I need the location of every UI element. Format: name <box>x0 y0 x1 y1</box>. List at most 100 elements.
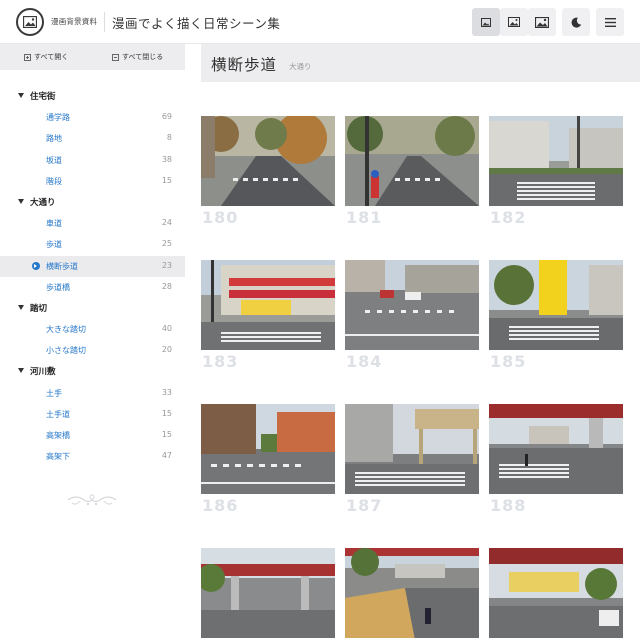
category-label: 住宅街 <box>30 92 56 102</box>
sidebar-item-sidewalk[interactable]: 歩道 25 <box>0 234 185 255</box>
photo-thumbnail[interactable] <box>201 116 335 206</box>
caret-down-icon <box>18 304 24 310</box>
collapse-all-button[interactable]: すべて閉じる <box>112 52 163 62</box>
item-label: 歩道橋 <box>46 282 70 292</box>
dark-mode-button[interactable] <box>562 8 590 36</box>
item-count: 15 <box>161 408 172 418</box>
item-count: 47 <box>161 451 172 461</box>
item-label: 小さな踏切 <box>46 346 86 356</box>
photo-thumbnail[interactable] <box>345 548 479 638</box>
page-title: 横断歩道 <box>211 56 278 74</box>
photo-number: 186 <box>202 496 239 515</box>
item-count: 23 <box>161 260 172 270</box>
item-label: 土手 <box>46 388 62 398</box>
photo-thumbnail[interactable] <box>345 260 479 350</box>
sidebar-item-slope[interactable]: 坂道 38 <box>0 150 185 171</box>
category-riverbank[interactable]: 河川敷 <box>0 361 185 382</box>
view-medium-button[interactable] <box>500 8 528 36</box>
sidebar-item-large-crossing[interactable]: 大きな踏切 40 <box>0 319 185 340</box>
moon-icon <box>571 17 581 28</box>
sidebar-item-stairs[interactable]: 階段 15 <box>0 171 185 192</box>
item-count: 33 <box>161 387 172 397</box>
image-medium-icon <box>508 17 520 27</box>
caret-down-icon <box>18 93 24 98</box>
item-label: 大きな踏切 <box>46 325 86 335</box>
collapse-all-label: すべて閉じる <box>122 53 164 61</box>
app: 漫画背景資料 漫画でよく描く日常シーン集 すべて開く すべて閉じる 住宅街 通学… <box>0 0 640 640</box>
sidebar-item-embankment[interactable]: 土手 33 <box>0 383 185 404</box>
item-count: 24 <box>161 218 172 228</box>
top-header: 漫画背景資料 漫画でよく描く日常シーン集 <box>0 0 640 44</box>
category-residential[interactable]: 住宅街 <box>0 86 185 107</box>
sidebar: すべて開く すべて閉じる 住宅街 通学路 69 路地 8 坂道 38 階段 15 大通り… <box>0 44 185 640</box>
item-label: 通学路 <box>46 113 70 123</box>
category-label: 大通り <box>30 197 56 208</box>
item-count: 69 <box>161 112 172 122</box>
sidebar-item-embankment-road[interactable]: 土手道 15 <box>0 404 185 425</box>
category-label: 河川敷 <box>30 367 56 378</box>
caret-down-icon <box>18 198 24 204</box>
photo-number: 183 <box>202 352 239 371</box>
image-large-icon <box>535 16 549 28</box>
photo-thumbnail[interactable] <box>489 548 623 638</box>
page-subtitle[interactable]: 大通り <box>289 61 312 72</box>
category-main-street[interactable]: 大通り <box>0 192 185 213</box>
sidebar-item-school-route[interactable]: 通学路 69 <box>0 107 185 128</box>
photo-thumbnail[interactable] <box>345 404 479 494</box>
sidebar-item-pedestrian-bridge[interactable]: 歩道橋 28 <box>0 277 185 298</box>
item-label: 土手道 <box>46 409 70 419</box>
photo-thumbnail[interactable] <box>489 404 623 494</box>
category-label: 踏切 <box>30 303 48 314</box>
item-label: 高架橋 <box>46 431 70 440</box>
item-label: 車道 <box>46 219 62 229</box>
item-count: 38 <box>161 154 172 164</box>
photo-thumbnail[interactable] <box>201 404 335 494</box>
photo-number: 181 <box>346 208 383 227</box>
expand-icon <box>24 53 31 61</box>
photo-thumbnail[interactable] <box>345 116 479 206</box>
item-count: 15 <box>161 175 172 185</box>
item-label: 歩道 <box>46 240 62 250</box>
item-label: 路地 <box>46 134 62 144</box>
photo-number: 184 <box>346 352 383 371</box>
photo-thumbnail[interactable] <box>201 260 335 350</box>
view-small-button[interactable] <box>472 8 500 36</box>
photo-number: 180 <box>202 208 239 227</box>
photo-thumbnail[interactable] <box>201 548 335 638</box>
menu-button[interactable] <box>596 8 624 36</box>
photo-thumbnail[interactable] <box>489 260 623 350</box>
sidebar-item-small-crossing[interactable]: 小さな踏切 20 <box>0 340 185 361</box>
image-small-icon <box>481 17 491 27</box>
item-count: 15 <box>161 430 172 439</box>
caret-down-icon <box>18 368 24 374</box>
sidebar-item-alley[interactable]: 路地 8 <box>0 128 185 149</box>
header-divider <box>104 12 105 32</box>
photo-number: 182 <box>490 208 527 227</box>
logo-text[interactable]: 漫画背景資料 <box>51 16 97 27</box>
active-arrow-icon <box>32 261 40 270</box>
collapse-icon <box>112 53 119 61</box>
item-count: 8 <box>166 133 172 143</box>
photo-thumbnail[interactable] <box>489 116 623 206</box>
sidebar-toolbar: すべて開く すべて閉じる <box>0 44 185 70</box>
logo-icon[interactable] <box>16 8 44 36</box>
site-title[interactable]: 漫画でよく描く日常シーン集 <box>112 13 280 32</box>
item-count: 28 <box>161 281 172 291</box>
sidebar-item-viaduct[interactable]: 高架橋 15 <box>0 425 185 446</box>
category-tree: 住宅街 通学路 69 路地 8 坂道 38 階段 15 大通り 車道 24 歩道 25 横断… <box>0 86 185 467</box>
expand-all-button[interactable]: すべて開く <box>24 52 68 62</box>
item-count: 25 <box>161 239 172 249</box>
expand-all-label: すべて開く <box>34 53 69 61</box>
sidebar-item-roadway[interactable]: 車道 24 <box>0 213 185 234</box>
category-railroad-crossing[interactable]: 踏切 <box>0 298 185 319</box>
item-label: 高架下 <box>46 452 70 462</box>
page-header: 横断歩道 大通り <box>201 44 640 82</box>
item-label: 坂道 <box>46 155 62 165</box>
view-large-button[interactable] <box>528 8 556 36</box>
photo-number: 188 <box>490 496 527 515</box>
menu-icon <box>604 17 616 27</box>
sidebar-item-crosswalk[interactable]: 横断歩道 23 <box>0 255 185 277</box>
item-count: 20 <box>161 345 172 355</box>
sidebar-item-under-viaduct[interactable]: 高架下 47 <box>0 446 185 467</box>
ornament-icon <box>67 494 117 506</box>
